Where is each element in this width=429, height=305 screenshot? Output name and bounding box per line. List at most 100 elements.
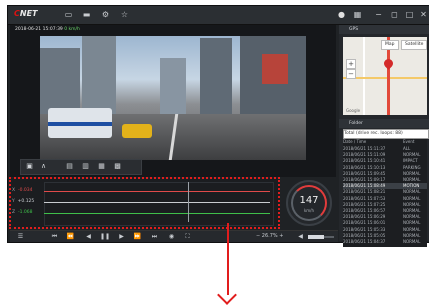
view2-icon[interactable]: ▥ bbox=[81, 162, 90, 171]
file-row[interactable]: 2018/06/21 15:04:37 NORMAL bbox=[343, 239, 427, 245]
file-date: 2018/06/21 15:08:49 bbox=[343, 183, 386, 189]
capture-icon[interactable]: ◉ bbox=[167, 232, 176, 241]
file-date: 2018/06/21 15:09:45 bbox=[343, 170, 386, 176]
file-row[interactable]: 2018/06/21 15:11:09 NORMAL bbox=[343, 152, 427, 158]
file-row[interactable]: 2018/06/21 15:07:53 NORMAL bbox=[343, 196, 427, 202]
close-icon[interactable]: ✕ bbox=[418, 9, 429, 20]
maximize-icon[interactable]: □ bbox=[404, 9, 415, 20]
volume-fill bbox=[308, 235, 325, 239]
settings-icon[interactable]: ⚙ bbox=[100, 9, 111, 20]
file-event-type: PARKING bbox=[403, 164, 421, 170]
view3-icon[interactable]: ▦ bbox=[97, 162, 106, 171]
fullscreen-icon[interactable]: ⛶ bbox=[183, 232, 192, 241]
video-frame bbox=[40, 36, 306, 160]
gps-panel-header: GPS bbox=[339, 25, 429, 34]
file-row[interactable]: 2018/06/21 15:07:25 NORMAL bbox=[343, 202, 427, 208]
file-row[interactable]: 2018/06/21 15:09:45 NORMAL bbox=[343, 171, 427, 177]
monitor-icon[interactable]: ▭ bbox=[63, 9, 74, 20]
restore-icon[interactable]: ◻ bbox=[389, 9, 400, 20]
view4-icon[interactable]: ▩ bbox=[113, 162, 122, 171]
map-zoom-in-button[interactable]: + bbox=[346, 59, 356, 69]
video-panel[interactable]: 2018-06-21 15:07:39 0 km/h ▣ ∧ ▤ ▥ ▦ ▩ bbox=[10, 25, 336, 177]
folder-icon[interactable]: ▬ bbox=[81, 9, 92, 20]
speed-gauge: 147 km/h bbox=[286, 180, 332, 226]
right-panel: GPS Map Satellite + − Google Folder Tota… bbox=[339, 25, 429, 247]
highlight-box bbox=[9, 177, 280, 229]
file-date: 2018/06/21 15:07:53 bbox=[343, 195, 386, 201]
prev-file-icon[interactable]: ⏮ bbox=[50, 232, 59, 241]
next-file-icon[interactable]: ⏭ bbox=[150, 232, 159, 241]
file-event-type: NORMAL bbox=[403, 177, 421, 182]
forward-icon[interactable]: ⏩ bbox=[133, 232, 142, 241]
satellite-tab[interactable]: Satellite bbox=[401, 40, 427, 50]
list-icon[interactable]: ☰ bbox=[16, 232, 25, 241]
zoom-control[interactable]: − 26.7% + bbox=[256, 232, 283, 241]
taxi bbox=[122, 124, 152, 138]
file-event-type: NORMAL bbox=[403, 214, 421, 220]
rewind-icon[interactable]: ⏪ bbox=[66, 232, 75, 241]
star-icon[interactable]: ☆ bbox=[119, 9, 130, 20]
file-row[interactable]: 2018/06/21 15:08:49 MOTION bbox=[343, 183, 427, 190]
file-date: 2018/06/21 15:11:37 bbox=[343, 146, 386, 151]
building-left-tall bbox=[82, 36, 116, 118]
speed-value: 147 bbox=[299, 195, 319, 206]
file-date: 2018/06/21 15:10:13 bbox=[343, 164, 386, 170]
file-date: 2018/06/21 15:06:29 bbox=[343, 214, 386, 220]
speed-unit: km/h bbox=[303, 208, 315, 213]
file-row[interactable]: 2018/06/21 15:08:21 NORMAL bbox=[343, 189, 427, 195]
file-row[interactable]: 2018/06/21 15:10:13 PARKING bbox=[343, 165, 427, 171]
file-row[interactable]: 2018/06/21 15:06:29 NORMAL bbox=[343, 214, 427, 220]
map-tab[interactable]: Map bbox=[381, 40, 399, 50]
file-row[interactable]: 2018/06/21 15:06:57 NORMAL bbox=[343, 208, 427, 214]
file-date: 2018/06/21 15:09:17 bbox=[343, 177, 386, 182]
building-right bbox=[200, 38, 232, 118]
file-row[interactable]: 2018/06/21 15:09:17 NORMAL bbox=[343, 177, 427, 183]
file-event-type: NORMAL bbox=[403, 201, 421, 207]
view1-icon[interactable]: ▤ bbox=[65, 162, 74, 171]
grid-icon[interactable]: ▦ bbox=[352, 9, 363, 20]
minimize-icon[interactable]: − bbox=[373, 9, 384, 20]
viewer-window: CNET ▭ ▬ ⚙ ☆ ● ▦ − ◻ □ ✕ 2018-06-21 15:0… bbox=[7, 5, 429, 247]
file-date: 2018/06/21 15:05:05 bbox=[343, 232, 386, 238]
bus bbox=[48, 108, 112, 138]
file-date: 2018/06/21 15:07:25 bbox=[343, 201, 386, 207]
file-date: 2018/06/21 15:05:33 bbox=[343, 226, 386, 232]
file-date: 2018/06/21 15:06:57 bbox=[343, 208, 386, 213]
volume-icon[interactable]: ◀ bbox=[296, 232, 305, 241]
title-bar: CNET ▭ ▬ ⚙ ☆ ● ▦ − ◻ □ ✕ bbox=[8, 6, 429, 25]
file-event-type: NORMAL bbox=[403, 195, 421, 201]
step-forward-icon[interactable]: ▶ bbox=[117, 232, 126, 241]
view-controls: ▣ ∧ ▤ ▥ ▦ ▩ bbox=[20, 159, 142, 175]
map-street bbox=[363, 37, 365, 115]
callout-arrow-head bbox=[217, 285, 237, 305]
file-list: Date / Time Event 2018/06/21 15:11:37 ALL 2… bbox=[343, 139, 427, 247]
volume-slider[interactable] bbox=[308, 235, 334, 239]
step-back-icon[interactable]: ◀ bbox=[84, 232, 93, 241]
file-row[interactable]: 2018/06/21 15:10:41 IMPACT bbox=[343, 158, 427, 164]
file-filter-dropdown[interactable]: Total (drive rec. loops: 88) bbox=[343, 129, 429, 139]
billboard bbox=[262, 54, 288, 84]
file-row[interactable]: 2018/06/21 15:05:33 NORMAL bbox=[343, 227, 427, 233]
app-logo: CNET bbox=[14, 9, 38, 18]
file-date: 2018/06/21 15:08:21 bbox=[343, 189, 386, 195]
file-date: 2018/06/21 15:06:01 bbox=[343, 220, 386, 226]
edit-icon[interactable]: ∧ bbox=[39, 162, 48, 171]
file-event-type: NORMAL bbox=[403, 170, 421, 176]
playback-bar: ☰ ⏮ ⏪ ◀ ❚❚ ▶ ⏩ ⏭ ◉ ⛶ − 26.7% + ◀ bbox=[10, 230, 338, 242]
location-icon[interactable]: ● bbox=[336, 9, 347, 20]
file-event-type: NORMAL bbox=[403, 232, 421, 238]
file-row[interactable]: 2018/06/21 15:06:01 NORMAL bbox=[343, 220, 427, 226]
file-event-type: ALL bbox=[403, 146, 411, 151]
file-event-type: NORMAL bbox=[403, 239, 421, 244]
file-row[interactable]: 2018/06/21 15:11:37 ALL bbox=[343, 146, 427, 152]
file-row[interactable]: 2018/06/21 15:05:05 NORMAL bbox=[343, 233, 427, 239]
screen-icon[interactable]: ▣ bbox=[25, 162, 34, 171]
file-event-type: NORMAL bbox=[403, 189, 421, 195]
file-event-type: NORMAL bbox=[403, 226, 421, 232]
play-icon[interactable]: ❚❚ bbox=[100, 232, 110, 241]
video-timestamp: 2018-06-21 15:07:39 0 km/h bbox=[15, 27, 80, 32]
map-zoom-out-button[interactable]: − bbox=[346, 69, 356, 79]
gps-map[interactable]: Map Satellite + − Google bbox=[343, 37, 427, 115]
file-event-type: IMPACT bbox=[403, 158, 418, 164]
building-center bbox=[160, 58, 186, 118]
